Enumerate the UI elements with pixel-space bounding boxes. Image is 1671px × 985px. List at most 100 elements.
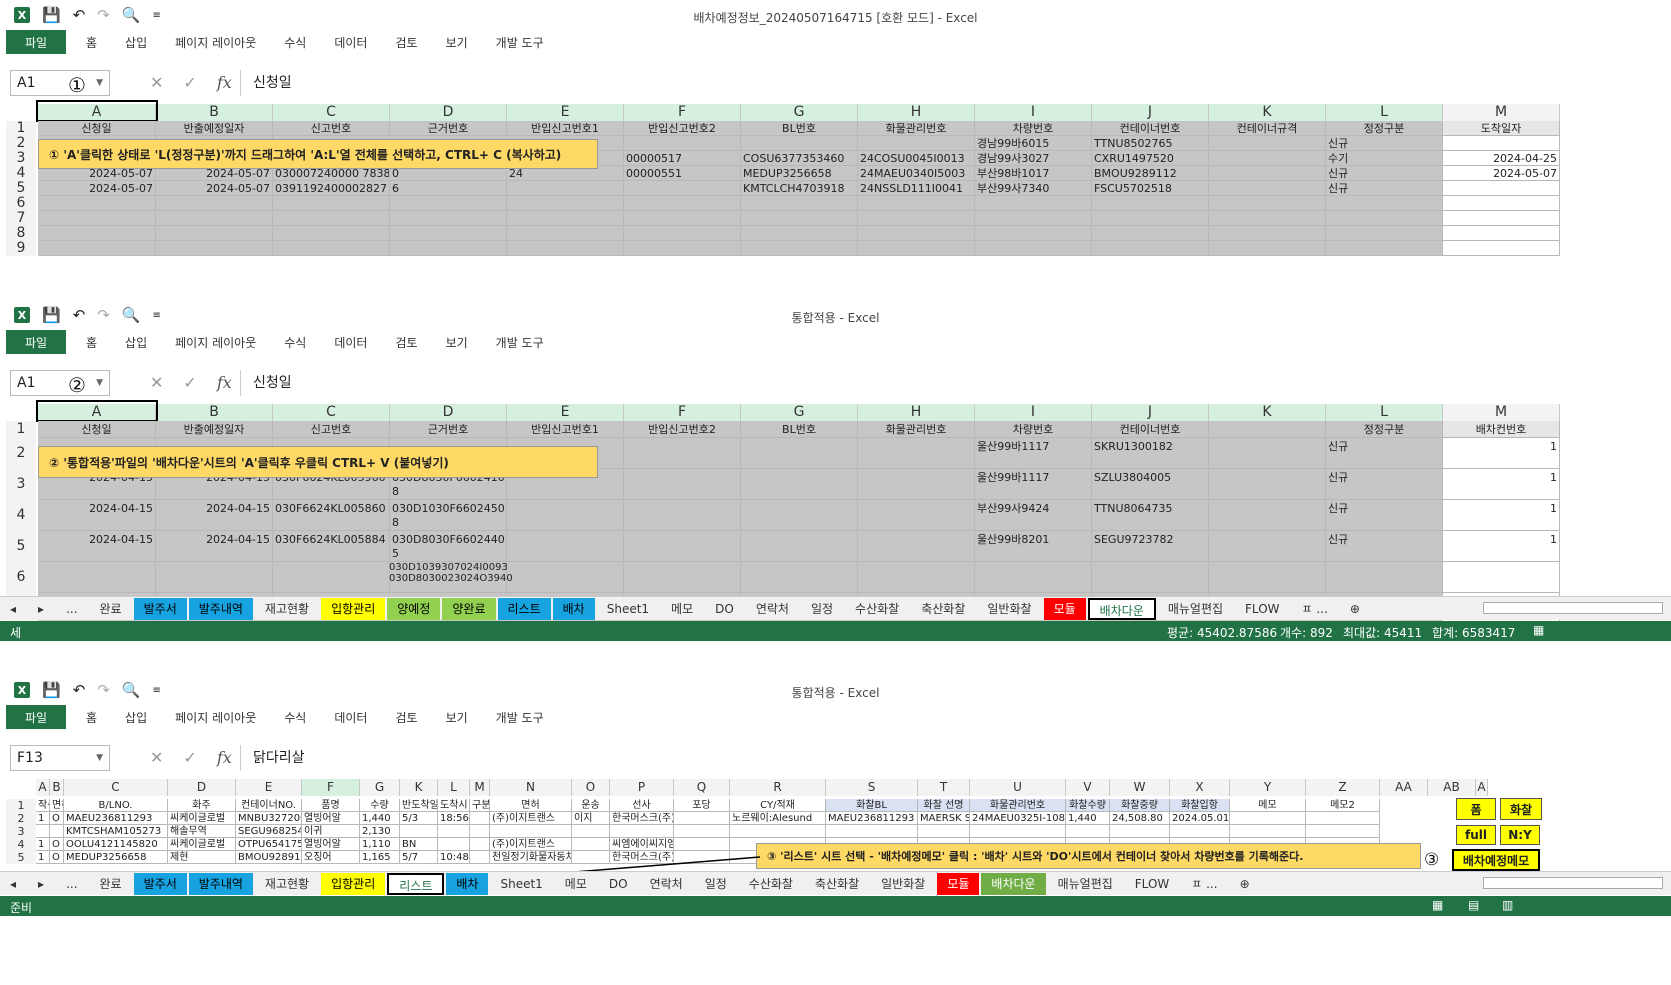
sheet-tab[interactable]: 발주서 [133,597,187,620]
scroll-left-icon[interactable]: ◂ [0,598,26,620]
table-cell[interactable] [730,825,826,838]
table-cell[interactable]: SZLU3804005 [1092,469,1209,500]
header-cell[interactable]: 화물관리번호 [970,799,1066,812]
column-header[interactable]: J [1092,104,1209,121]
table-cell[interactable]: 1,440 [1066,812,1110,825]
sheet-tab[interactable]: 재고현황 [255,873,319,895]
table-cell[interactable] [38,226,156,241]
header-cell[interactable]: 운송 [572,799,610,812]
table-cell[interactable]: 경남99바6015 [975,136,1092,151]
table-cell[interactable] [918,825,970,838]
sheet-tab[interactable]: ㅍ ... [1292,598,1338,620]
table-cell[interactable]: 신규 [1326,500,1443,531]
table-cell[interactable] [1326,241,1443,256]
table-cell[interactable] [858,562,975,593]
table-cell[interactable] [572,838,610,851]
table-cell[interactable] [1306,825,1380,838]
table-cell[interactable] [1209,438,1326,469]
column-header[interactable]: H [858,404,975,421]
table-cell[interactable]: 한국머스크(주) [610,812,674,825]
ribbon-tab-home[interactable]: 홈 [86,334,97,351]
header-cell[interactable]: 반입신고번호1 [507,421,624,438]
table-cell[interactable]: 24NSSLD111I0041 [858,181,975,196]
table-cell[interactable] [1230,812,1306,825]
ribbon-tab-review[interactable]: 검토 [395,334,417,351]
table-cell[interactable]: 2024-05-07 [1443,166,1560,181]
table-cell[interactable]: 1 [1443,500,1560,531]
row-header[interactable]: 2 [6,438,36,469]
cancel-icon[interactable]: ✕ [150,373,163,392]
table-cell[interactable]: 5/3 [400,812,438,825]
table-cell[interactable] [390,241,507,256]
table-cell[interactable] [1092,211,1209,226]
table-cell[interactable]: MAEU236811293 [64,812,168,825]
column-header[interactable]: H [858,104,975,121]
enter-icon[interactable]: ✓ [183,748,196,767]
table-cell[interactable] [38,196,156,211]
table-cell[interactable] [610,825,674,838]
sheet-tab[interactable]: 일반화찰 [977,598,1041,620]
table-cell[interactable] [438,825,470,838]
table-cell[interactable] [1092,226,1209,241]
table-cell[interactable]: MEDUP3256658 [64,851,168,864]
sheet-tab[interactable]: 완료 [90,598,132,620]
column-header[interactable]: J [1092,404,1209,421]
ribbon-tab-formulas[interactable]: 수식 [284,709,306,726]
table-cell[interactable] [1326,226,1443,241]
table-cell[interactable]: 울산99바1117 [975,438,1092,469]
table-cell[interactable]: 2024-04-15 [38,531,156,562]
header-cell[interactable]: BL번호 [741,121,858,136]
header-cell[interactable]: 화찰입항 [1170,799,1230,812]
header-cell[interactable]: 품명 [302,799,360,812]
row-header[interactable]: 1 [6,799,36,812]
sheet-tab[interactable]: 입항관리 [321,872,386,895]
table-cell[interactable]: OTPU6541750 [236,838,302,851]
table-cell[interactable]: 24MAEU0340I5003 [858,166,975,181]
ribbon-tab-data[interactable]: 데이터 [334,34,367,51]
ribbon-tab-developer[interactable]: 개발 도구 [496,34,544,51]
table-cell[interactable] [858,196,975,211]
column-header[interactable]: U [970,779,1066,796]
cancel-icon[interactable]: ✕ [150,748,163,767]
column-header[interactable]: F [302,779,360,796]
table-cell[interactable] [741,562,858,593]
ribbon-tab-review[interactable]: 검토 [395,34,417,51]
table-cell[interactable]: 열빙어알 [302,838,360,851]
header-cell[interactable]: 화찰BL [826,799,918,812]
table-cell[interactable]: 울산99바8201 [975,531,1092,562]
table-cell[interactable] [156,196,273,211]
header-cell[interactable]: 도착시 [438,799,470,812]
table-cell[interactable] [156,562,273,593]
form-button[interactable]: 폼 [1456,798,1496,820]
table-cell[interactable] [624,469,741,500]
sheet-tab[interactable]: ... [56,598,87,620]
table-cell[interactable] [390,211,507,226]
sheet-tab[interactable]: 메모 [555,873,597,895]
function-icon[interactable]: fx [217,748,232,767]
header-cell[interactable]: 정정구분 [1326,421,1443,438]
header-cell[interactable]: 컨테이너규격 [1209,121,1326,136]
sheet-tab[interactable]: FLOW [1235,598,1289,620]
column-header[interactable]: P [610,779,674,796]
column-header[interactable]: AB [1428,779,1476,796]
sheet-tab[interactable]: 리스트 [387,872,445,895]
table-cell[interactable] [1209,211,1326,226]
table-cell[interactable]: FSCU5702518 [1092,181,1209,196]
header-cell[interactable]: 메모2 [1306,799,1380,812]
column-header[interactable]: G [360,779,400,796]
column-header[interactable]: Z [1306,779,1380,796]
page-break-icon[interactable]: ▥ [1502,898,1513,912]
table-cell[interactable] [674,838,730,851]
enter-icon[interactable]: ✓ [183,73,196,92]
horizontal-scrollbar[interactable] [1483,602,1663,614]
table-cell[interactable] [975,211,1092,226]
function-icon[interactable]: fx [217,373,232,392]
table-cell[interactable]: O [50,812,64,825]
table-cell[interactable] [975,562,1092,593]
table-cell[interactable]: 노르웨이:Alesund [730,812,826,825]
table-cell[interactable]: 2024-04-25 [1443,151,1560,166]
column-header[interactable]: R [730,779,826,796]
header-cell[interactable]: BL번호 [741,421,858,438]
sheet-tab[interactable]: 완료 [90,873,132,895]
column-header[interactable]: I [975,404,1092,421]
